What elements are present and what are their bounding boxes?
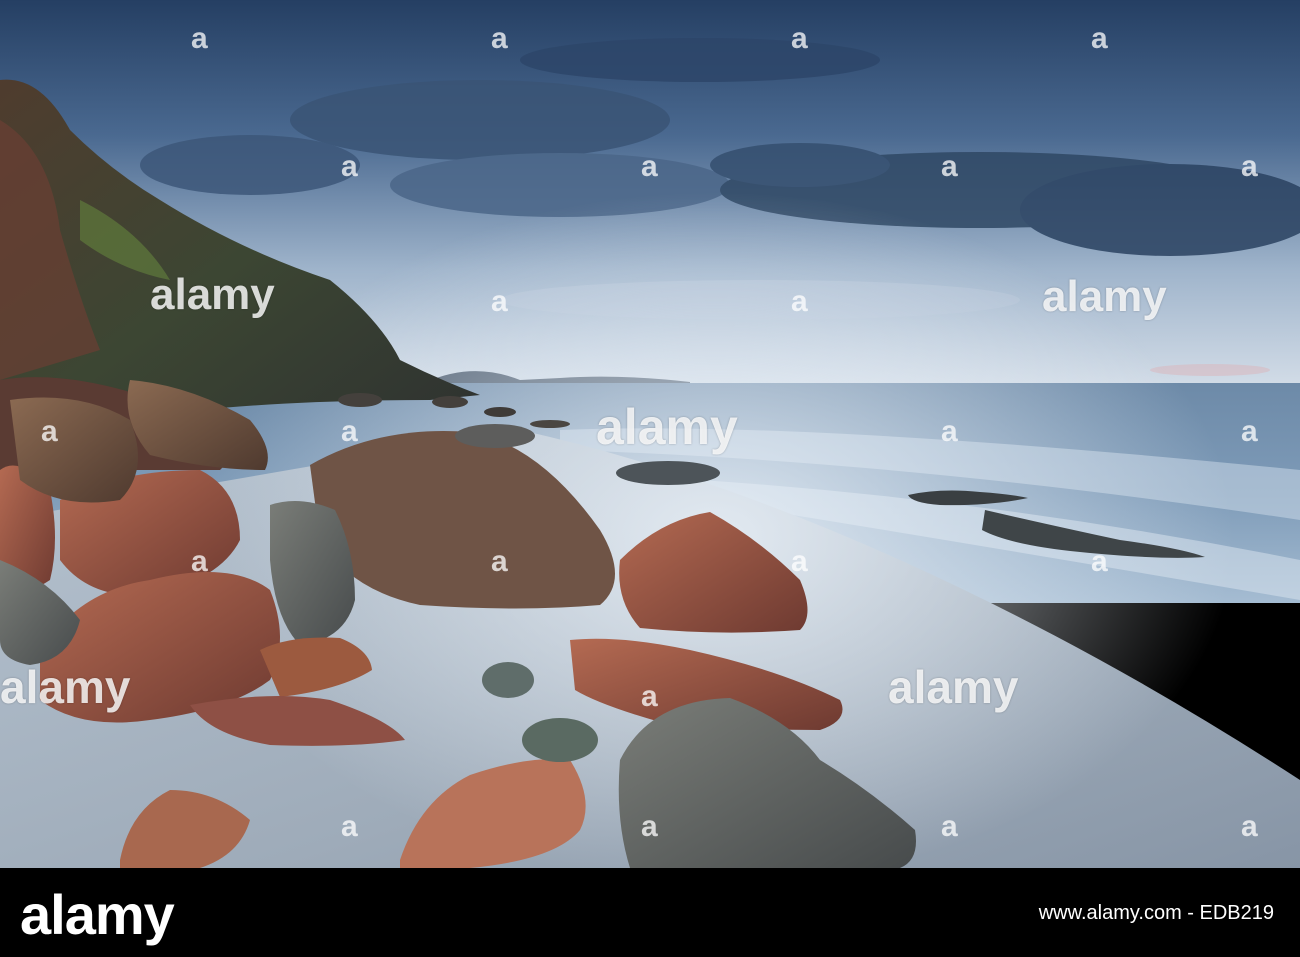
watermark-tile-18: a <box>1091 545 1108 578</box>
watermark-tile-1: a <box>191 22 208 55</box>
watermark-tile-13: a <box>941 415 958 448</box>
watermark-tile-16: a <box>491 545 508 578</box>
watermark-tile-11: a <box>41 415 58 448</box>
watermark-tile-12: a <box>341 415 358 448</box>
watermark-tile-7: a <box>941 150 958 183</box>
watermark-tile-9: a <box>491 285 508 318</box>
watermark-tile-21: a <box>641 810 658 843</box>
watermark-tile-8: a <box>1241 150 1258 183</box>
watermark-bottom-right: alamy <box>888 661 1019 713</box>
watermark-tile-14: a <box>1241 415 1258 448</box>
watermark-tile-17: a <box>791 545 808 578</box>
watermark-tile-3: a <box>791 22 808 55</box>
watermark-tile-15: a <box>191 545 208 578</box>
watermark-tile-19: a <box>641 680 658 713</box>
footer-bar: alamy www.alamy.com - EDB219 <box>0 868 1300 957</box>
watermark-tile-22: a <box>941 810 958 843</box>
watermark-center-left: alamy <box>150 270 275 319</box>
footer-image-id-text: www.alamy.com - EDB219 <box>1038 902 1274 924</box>
footer-logo: alamy <box>20 883 175 946</box>
watermark-tile-5: a <box>341 150 358 183</box>
coastal-photo: alamy alamy alamy alamy alamy a a a a a … <box>0 0 1300 868</box>
watermark-tile-10: a <box>791 285 808 318</box>
watermark-right: alamy <box>1042 272 1167 321</box>
watermark-bottom-left: alamy <box>0 661 131 713</box>
watermark-tile-2: a <box>491 22 508 55</box>
watermark-tile-20: a <box>341 810 358 843</box>
watermark-center: alamy <box>596 399 738 455</box>
watermark-tile-4: a <box>1091 22 1108 55</box>
watermark-tile-6: a <box>641 150 658 183</box>
watermark-tile-23: a <box>1241 810 1258 843</box>
